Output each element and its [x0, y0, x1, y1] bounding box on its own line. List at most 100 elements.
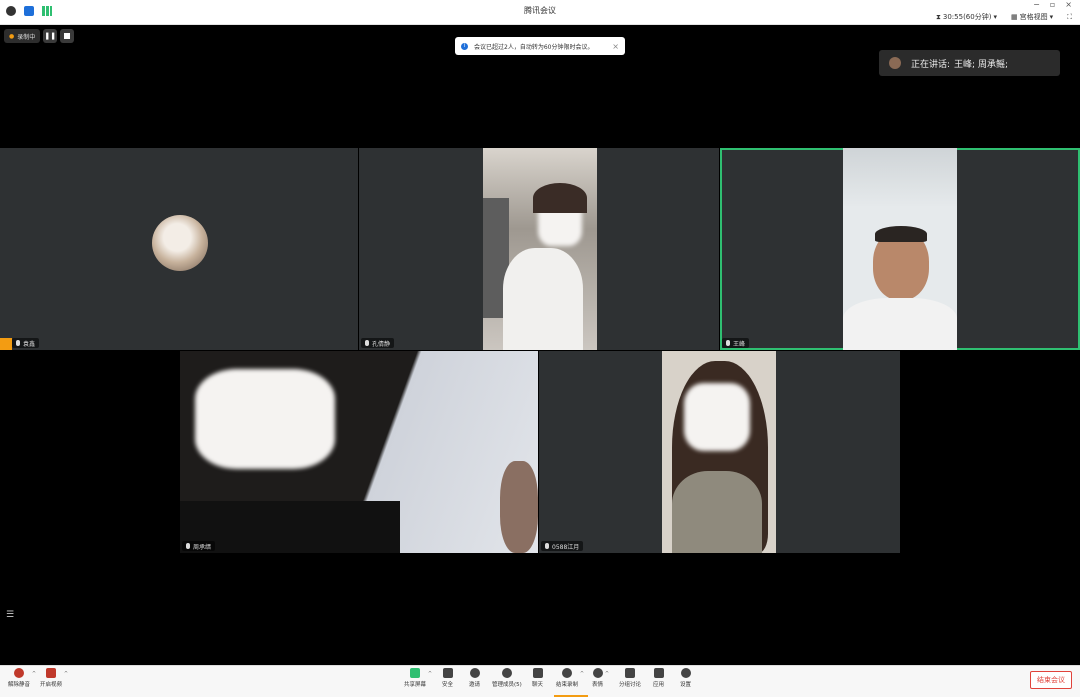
host-badge [0, 338, 12, 350]
recording-indicator: ● 录制中 [4, 29, 41, 43]
gear-icon [680, 668, 691, 678]
participant-name-tag: 王峰 [722, 338, 750, 348]
cloud-icon: ● [9, 32, 15, 40]
avatar [889, 57, 901, 69]
participant-name: 袁鑫 [23, 340, 36, 348]
participant-video [843, 148, 957, 350]
participant-name: 王峰 [733, 340, 746, 348]
reactions-label: 表情 [592, 682, 604, 688]
chat-icon [532, 668, 543, 678]
apps-icon [653, 668, 664, 678]
bottom-toolbar: 解除静音 ^ 开启视频 ^ 共享屏幕 ^ 安全 邀请 管理成员(5) 聊天 结束… [0, 665, 1080, 697]
microphone-icon [726, 340, 730, 346]
chevron-up-icon[interactable]: ^ [32, 671, 36, 677]
title-bar-right: ⧗ 30:55(60分钟) ▾ ▦ 宫格视图 ▾ ⛶ [936, 12, 1072, 22]
meeting-stage: ● 录制中 ❚❚ i 会议已超过2人，自动转为60分钟限时会议。 × 正在讲话:… [0, 25, 1080, 665]
record-label: 结束录制 [556, 682, 579, 688]
stop-recording-button[interactable] [60, 29, 75, 43]
close-icon[interactable]: × [612, 42, 619, 51]
end-recording-button[interactable]: 结束录制 ^ [556, 668, 584, 688]
info-icon: i [461, 42, 468, 50]
view-mode-button[interactable]: ▦ 宫格视图 ▾ [1011, 12, 1053, 22]
chevron-up-icon[interactable]: ^ [64, 671, 68, 677]
participant-video [483, 148, 597, 350]
window-controls: − ▫ × [1033, 0, 1072, 9]
video-button[interactable]: 开启视频 ^ [40, 668, 68, 688]
participant-name-tag: 周承缙 [182, 541, 216, 551]
participant-name-tag: 0588江月 [541, 541, 584, 551]
chevron-up-icon[interactable]: ^ [605, 671, 609, 677]
participant-name: 孔倩静 [372, 340, 391, 348]
speaking-prefix: 正在讲话: [911, 59, 951, 70]
video-tile[interactable]: 0588江月 [539, 351, 900, 553]
chat-button[interactable]: 聊天 [532, 668, 543, 688]
toast-text: 会议已超过2人，自动转为60分钟限时会议。 [474, 43, 594, 51]
breakout-label: 分组讨论 [619, 682, 642, 688]
camera-off-icon [46, 668, 56, 678]
microphone-icon [186, 543, 190, 549]
notification-toast: i 会议已超过2人，自动转为60分钟限时会议。 × [455, 37, 625, 55]
chevron-down-icon: ▾ [1049, 13, 1054, 21]
chevron-down-icon: ▾ [993, 13, 997, 21]
recording-label: 录制中 [17, 33, 36, 41]
chevron-up-icon[interactable]: ^ [428, 671, 432, 677]
participant-name-tag: 孔倩静 [361, 338, 395, 348]
apps-button[interactable]: 应用 [653, 668, 664, 688]
maximize-button[interactable]: ▫ [1050, 0, 1055, 9]
security-label: 安全 [442, 682, 454, 688]
settings-label: 设置 [680, 682, 692, 688]
meeting-timer[interactable]: ⧗ 30:55(60分钟) ▾ [936, 12, 997, 22]
members-icon [501, 668, 512, 678]
member-list-icon[interactable]: ☰ [6, 610, 14, 620]
invite-label: 邀请 [469, 682, 481, 688]
video-tile-active[interactable]: 王峰 [720, 148, 1080, 350]
video-tile[interactable]: 袁鑫 [0, 148, 358, 350]
record-icon [562, 668, 572, 678]
smile-icon [592, 668, 603, 678]
participant-name-tag: 袁鑫 [12, 338, 40, 348]
apps-label: 应用 [653, 682, 665, 688]
security-button[interactable]: 安全 [442, 668, 453, 688]
participant-video [180, 351, 538, 553]
reactions-button[interactable]: 表情 ^ [592, 668, 609, 688]
recording-controls: ● 录制中 ❚❚ [4, 29, 75, 43]
participant-video [662, 351, 776, 553]
grid-icon: ▦ [1010, 13, 1018, 21]
end-meeting-button[interactable]: 结束会议 [1030, 671, 1072, 689]
shield-icon [442, 668, 453, 678]
stop-icon [64, 33, 71, 39]
video-label: 开启视频 [40, 682, 63, 688]
microphone-icon [16, 340, 20, 346]
participant-name: 0588江月 [552, 543, 580, 551]
video-tile[interactable]: 孔倩静 [359, 148, 719, 350]
microphone-icon [365, 340, 369, 346]
window-title: 腾讯会议 [524, 6, 556, 15]
chevron-up-icon[interactable]: ^ [580, 671, 584, 677]
microphone-icon [545, 543, 549, 549]
mute-button[interactable]: 解除静音 ^ [8, 668, 36, 688]
breakout-button[interactable]: 分组讨论 [619, 668, 641, 688]
participant-name: 周承缙 [193, 543, 212, 551]
pause-recording-button[interactable]: ❚❚ [43, 29, 58, 43]
speaking-indicator: 正在讲话: 王峰; 周承鳐; [879, 50, 1060, 76]
meeting-timer-text: 30:55(60分钟) [942, 13, 992, 21]
video-tile[interactable]: 周承缙 [180, 351, 538, 553]
share-screen-icon [410, 668, 420, 678]
invite-button[interactable]: 邀请 [469, 668, 480, 688]
close-button[interactable]: × [1065, 0, 1072, 9]
manage-members-button[interactable]: 管理成员(5) [492, 668, 522, 688]
pause-icon: ❚❚ [44, 32, 57, 40]
minimize-button[interactable]: − [1033, 0, 1040, 9]
share-screen-button[interactable]: 共享屏幕 ^ [404, 668, 432, 688]
breakout-icon [625, 668, 635, 678]
fullscreen-icon[interactable]: ⛶ [1067, 13, 1072, 22]
settings-button[interactable]: 设置 [680, 668, 691, 688]
mute-label: 解除静音 [8, 682, 31, 688]
avatar [152, 215, 208, 271]
speaking-names: 王峰; 周承鳐; [954, 59, 1008, 70]
members-label: 管理成员(5) [492, 682, 522, 688]
add-user-icon [469, 668, 480, 678]
chat-label: 聊天 [532, 682, 544, 688]
microphone-off-icon [14, 668, 24, 678]
hourglass-icon: ⧗ [935, 12, 941, 21]
